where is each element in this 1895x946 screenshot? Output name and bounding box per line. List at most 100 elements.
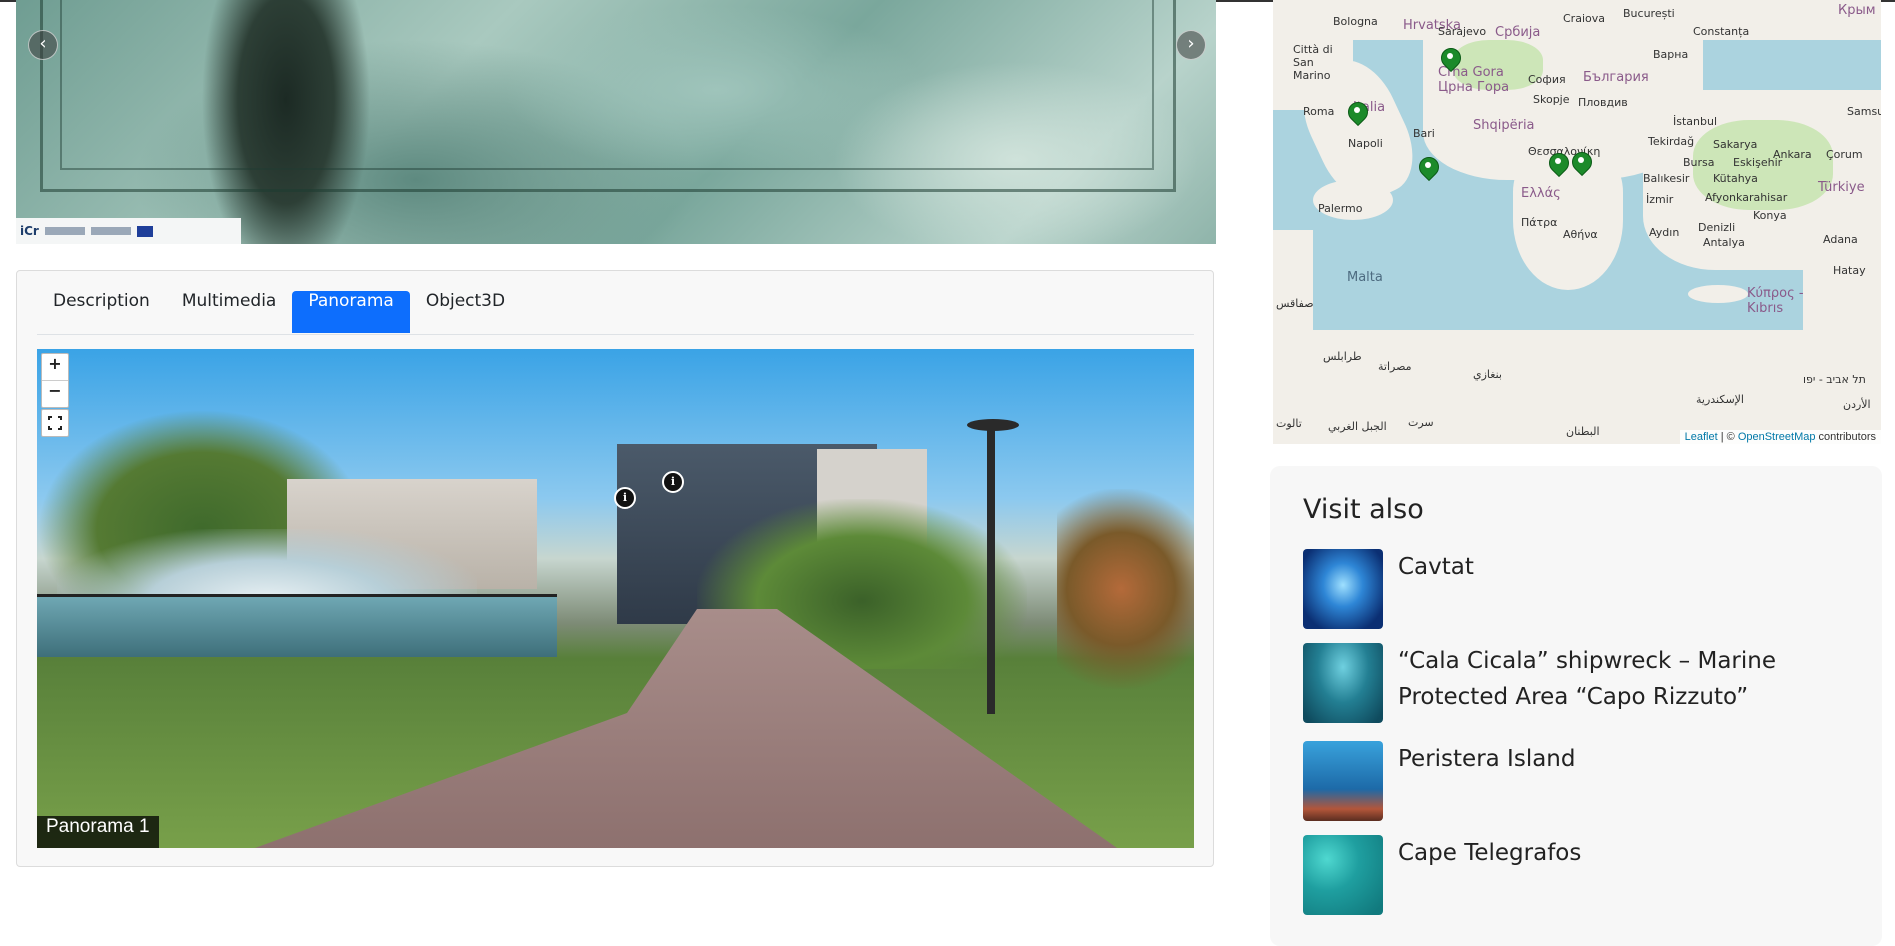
map-label: الأردن — [1843, 398, 1871, 411]
tab-description[interactable]: Description — [37, 291, 166, 333]
map-label: București — [1623, 7, 1675, 20]
visit-item-peristera[interactable]: Peristera Island — [1303, 741, 1868, 821]
tab-multimedia[interactable]: Multimedia — [166, 291, 293, 333]
panorama-label: Panorama 1 — [37, 816, 159, 848]
map-label: الجبل الغربي — [1328, 420, 1387, 433]
logo-text-block — [44, 227, 85, 235]
scene-lamp-head — [967, 419, 1019, 431]
map-label: Craiova — [1563, 12, 1605, 25]
map-label: Antalya — [1703, 236, 1745, 249]
map-label: صفاقس — [1276, 297, 1314, 310]
map-label: طرابلس — [1323, 350, 1362, 363]
scene-lamp-post — [987, 424, 995, 714]
map-label: Çorum — [1826, 148, 1863, 161]
zoom-control: + − — [41, 353, 69, 408]
osm-link[interactable]: OpenStreetMap — [1738, 431, 1816, 443]
map-label: Roma — [1303, 105, 1335, 118]
scene-pool — [37, 594, 557, 657]
map-label: Sarajevo — [1438, 25, 1487, 38]
visit-thumbnail — [1303, 835, 1383, 915]
fresco-frame-inner — [60, 0, 1154, 170]
map-label: Palermo — [1318, 202, 1363, 215]
map-attribution: Leaflet | © OpenStreetMap contributors — [1679, 430, 1881, 444]
map-label: Пловдив — [1578, 96, 1628, 109]
fullscreen-icon[interactable] — [41, 409, 69, 437]
map-label: Ελλάς — [1521, 186, 1561, 201]
map-label: Eskişehir — [1733, 156, 1783, 169]
map-label: Kütahya — [1713, 172, 1758, 185]
map-label: Türkiye — [1818, 180, 1865, 195]
map-label: تالوت — [1276, 417, 1302, 430]
land-tunisia — [1273, 230, 1313, 340]
map-label: Constanța — [1693, 25, 1750, 38]
carousel-next-button[interactable]: › — [1176, 30, 1206, 60]
map-marker-icon[interactable] — [1419, 157, 1437, 181]
chevron-left-icon: ‹ — [39, 33, 47, 54]
map-label: Afyonkarahisar — [1705, 191, 1788, 204]
map-label: Србија — [1495, 25, 1541, 40]
zoom-out-button[interactable]: − — [42, 381, 68, 407]
visit-item-title: Cape Telegrafos — [1398, 840, 1582, 866]
map-marker-icon[interactable] — [1348, 102, 1366, 126]
tab-panorama[interactable]: Panorama — [292, 291, 410, 333]
media-card: Description Multimedia Panorama Object3D… — [16, 270, 1214, 867]
map-label: Città di San Marino — [1293, 43, 1333, 82]
carousel-prev-button[interactable]: ‹ — [28, 30, 58, 60]
map-label: Tekirdağ — [1648, 135, 1695, 148]
map-label: Κύπρος - Kıbrıs — [1747, 286, 1804, 316]
land-cyprus — [1688, 285, 1748, 303]
map-label: İstanbul — [1673, 115, 1718, 128]
attribution-contributors: contributors — [1815, 431, 1876, 443]
map-label: İzmir — [1646, 193, 1674, 206]
map-label: بنغازي — [1473, 368, 1502, 381]
map-label: الإسكندرية — [1696, 393, 1744, 406]
eu-flag-icon — [136, 225, 153, 237]
partner-logos: iCr — [16, 218, 241, 244]
visit-also-panel: Visit also Cavtat “Cala Cicala” shipwrec… — [1270, 466, 1882, 946]
scene-autumn-tree — [1057, 489, 1194, 689]
hero-carousel: iCr ‹ › — [16, 0, 1216, 244]
location-map[interactable]: Bologna Hrvatska Sarajevo Србија Craiova… — [1273, 0, 1881, 444]
visit-thumbnail — [1303, 643, 1383, 723]
interreg-logo — [90, 227, 131, 235]
attribution-separator: | © — [1717, 431, 1738, 443]
map-label: Napoli — [1348, 137, 1383, 150]
map-label: תל אביב - יפו — [1803, 373, 1866, 386]
tab-object3d[interactable]: Object3D — [410, 291, 521, 333]
visit-item-cala-cicala[interactable]: “Cala Cicala” shipwreck – Marine Protect… — [1303, 643, 1868, 723]
visit-item-title: Peristera Island — [1398, 746, 1576, 772]
map-label: مصراتة — [1378, 360, 1412, 373]
info-hotspot-icon[interactable]: i — [614, 487, 636, 509]
map-marker-icon[interactable] — [1549, 153, 1567, 177]
tab-bar: Description Multimedia Panorama Object3D — [37, 291, 1194, 335]
map-label: Крым — [1838, 3, 1876, 18]
map-label: Αθήνα — [1563, 228, 1598, 241]
map-label: Shqipëria — [1473, 118, 1535, 133]
map-label: Црна Гора — [1438, 80, 1510, 95]
zoom-in-button[interactable]: + — [42, 354, 68, 380]
panorama-viewer[interactable]: i i + − Panorama 1 — [37, 349, 1194, 848]
map-label: Bologna — [1333, 15, 1378, 28]
map-label: Balıkesir — [1643, 172, 1690, 185]
visit-item-title: “Cala Cicala” shipwreck – Marine Protect… — [1398, 648, 1777, 710]
map-label: Πάτρα — [1521, 216, 1558, 229]
map-label: Skopje — [1533, 93, 1570, 106]
map-label: Hatay — [1833, 264, 1866, 277]
leaflet-link[interactable]: Leaflet — [1685, 431, 1718, 443]
map-label: Варна — [1653, 48, 1689, 61]
map-label: البطنان — [1566, 425, 1600, 438]
visit-item-cape-telegrafos[interactable]: Cape Telegrafos — [1303, 835, 1868, 915]
map-marker-icon[interactable] — [1572, 152, 1590, 176]
map-label: سرت — [1408, 416, 1434, 429]
map-label: София — [1528, 73, 1566, 86]
map-label: Malta — [1347, 270, 1383, 285]
map-label: България — [1583, 70, 1649, 85]
visit-item-cavtat[interactable]: Cavtat — [1303, 549, 1868, 629]
visit-item-title: Cavtat — [1398, 554, 1474, 580]
map-label: Aydın — [1649, 226, 1680, 239]
visit-thumbnail — [1303, 549, 1383, 629]
info-hotspot-icon[interactable]: i — [662, 471, 684, 493]
chevron-right-icon: › — [1187, 33, 1195, 54]
map-marker-icon[interactable] — [1441, 48, 1459, 72]
visit-also-heading: Visit also — [1303, 494, 1424, 525]
